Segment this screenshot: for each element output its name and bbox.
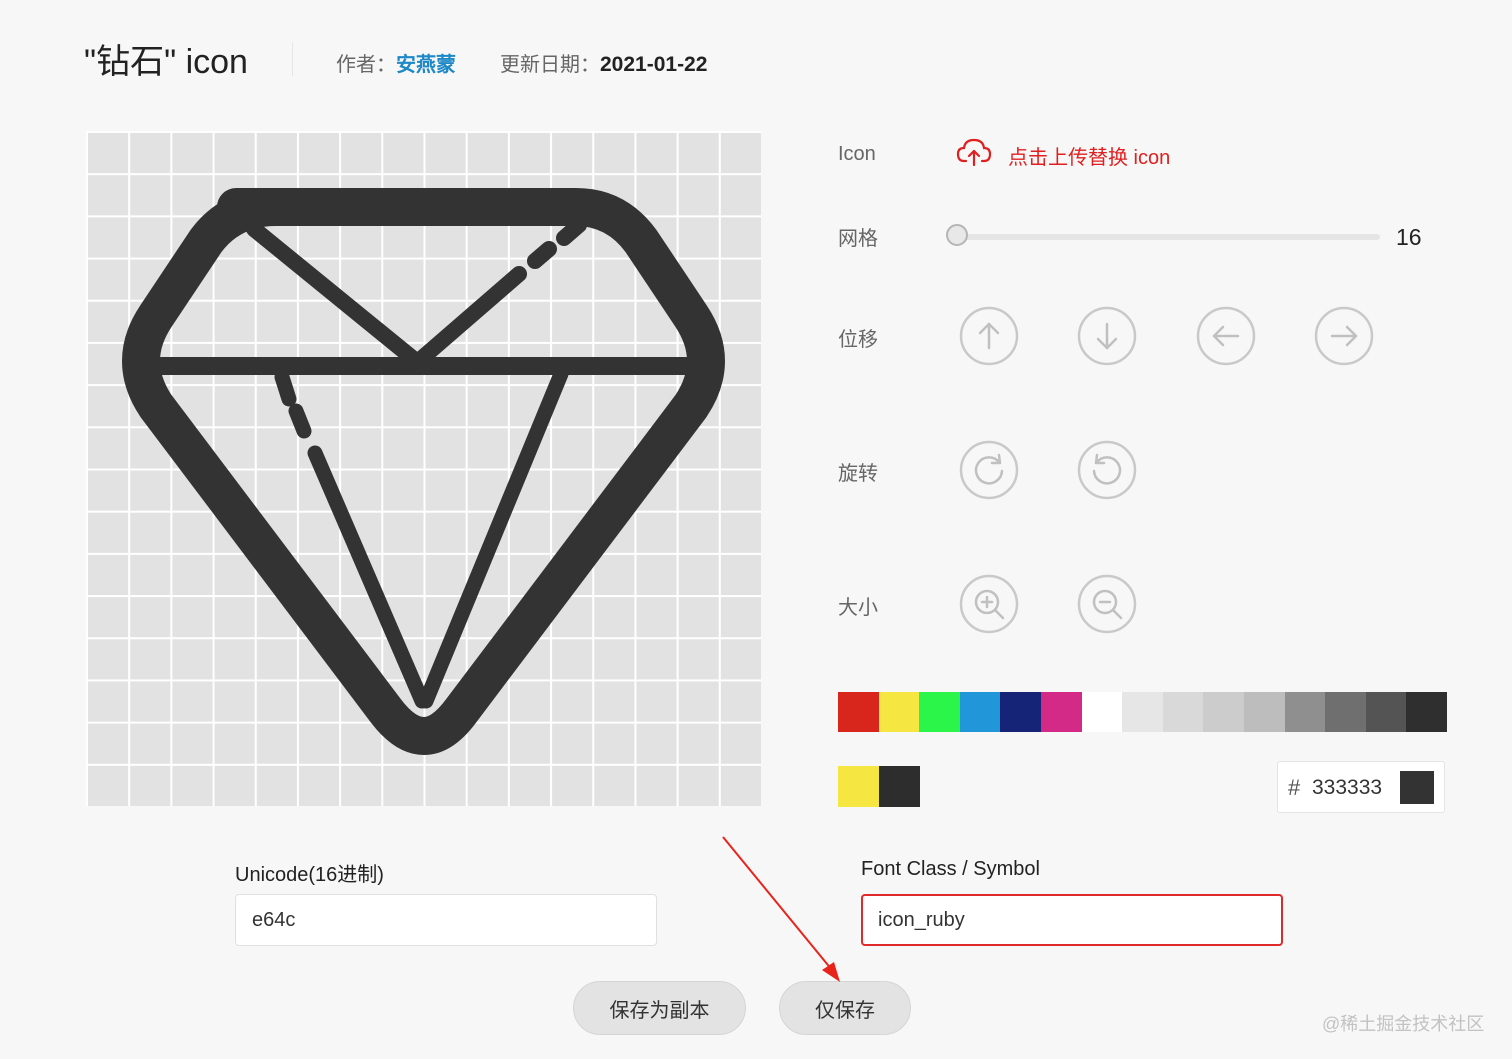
recent-colors xyxy=(838,766,920,807)
update-date-info: 更新日期：2021-01-22 xyxy=(500,48,707,77)
rotate-clockwise-icon xyxy=(959,440,1019,500)
date-label: 更新日期： xyxy=(500,54,600,76)
arrow-up-icon xyxy=(959,306,1019,366)
move-up-button[interactable] xyxy=(959,306,1019,366)
move-down-button[interactable] xyxy=(1077,306,1137,366)
grid-slider-handle[interactable] xyxy=(946,224,968,246)
color-swatch[interactable] xyxy=(1325,692,1366,732)
icon-label: Icon xyxy=(838,143,876,165)
hex-color-input[interactable]: # 333333 xyxy=(1277,761,1445,813)
font-class-input[interactable] xyxy=(861,894,1283,946)
arrow-down-icon xyxy=(1077,306,1137,366)
page-title: "钻石" icon xyxy=(84,43,248,81)
color-swatch[interactable] xyxy=(1000,692,1041,732)
upload-label: 点击上传替换 icon xyxy=(1008,146,1171,169)
author-info: 作者：安燕蒙 xyxy=(336,48,456,77)
cloud-upload-icon xyxy=(956,137,992,173)
header-divider xyxy=(292,42,293,76)
arrow-right-icon xyxy=(1314,306,1374,366)
color-swatch[interactable] xyxy=(1081,692,1123,732)
zoom-out-icon xyxy=(1077,574,1137,634)
color-palette xyxy=(838,692,1447,732)
size-label: 大小 xyxy=(838,597,878,619)
color-swatch[interactable] xyxy=(1162,692,1204,732)
move-left-button[interactable] xyxy=(1196,306,1256,366)
rotate-counterclockwise-button[interactable] xyxy=(1077,440,1137,500)
recent-color-swatch[interactable] xyxy=(838,766,879,807)
hex-value[interactable]: 333333 xyxy=(1312,776,1382,800)
grid-value: 16 xyxy=(1396,224,1422,250)
font-class-label: Font Class / Symbol xyxy=(861,858,1040,880)
zoom-in-icon xyxy=(959,574,1019,634)
upload-replace-button[interactable]: 点击上传替换 icon xyxy=(956,138,1170,172)
hash-label: # xyxy=(1288,775,1301,800)
date-value: 2021-01-22 xyxy=(600,53,708,76)
color-swatch[interactable] xyxy=(1203,692,1244,732)
color-swatch[interactable] xyxy=(1122,692,1163,732)
recent-color-swatch[interactable] xyxy=(879,766,920,807)
arrow-left-icon xyxy=(1196,306,1256,366)
page-header: "钻石" icon 作者：安燕蒙 更新日期：2021-01-22 xyxy=(0,0,1512,110)
watermark: @稀土掘金技术社区 xyxy=(1322,1014,1485,1034)
rotate-label: 旋转 xyxy=(838,463,878,485)
author-label: 作者： xyxy=(336,54,396,76)
diamond-icon xyxy=(122,188,725,755)
unicode-input[interactable] xyxy=(235,894,657,946)
shift-label: 位移 xyxy=(838,329,878,351)
zoom-in-button[interactable] xyxy=(959,574,1019,634)
color-swatch[interactable] xyxy=(1406,692,1447,732)
color-swatch[interactable] xyxy=(919,692,960,732)
save-as-copy-button[interactable]: 保存为副本 xyxy=(573,981,746,1035)
color-swatch[interactable] xyxy=(1284,692,1326,732)
rotate-counterclockwise-icon xyxy=(1077,440,1137,500)
color-swatch[interactable] xyxy=(1365,692,1407,732)
color-swatch[interactable] xyxy=(838,692,879,732)
icon-edit-canvas[interactable] xyxy=(86,131,761,806)
color-swatch[interactable] xyxy=(878,692,920,732)
unicode-label: Unicode(16进制) xyxy=(235,864,384,886)
color-swatch[interactable] xyxy=(1040,692,1082,732)
grid-label: 网格 xyxy=(838,228,878,250)
color-swatch[interactable] xyxy=(1243,692,1285,732)
rotate-clockwise-button[interactable] xyxy=(959,440,1019,500)
grid-slider-track[interactable] xyxy=(958,234,1380,240)
save-only-button[interactable]: 仅保存 xyxy=(779,981,911,1035)
zoom-out-button[interactable] xyxy=(1077,574,1137,634)
color-swatch[interactable] xyxy=(959,692,1001,732)
move-right-button[interactable] xyxy=(1314,306,1374,366)
color-preview-swatch[interactable] xyxy=(1400,771,1434,804)
author-name-link[interactable]: 安燕蒙 xyxy=(396,54,456,76)
